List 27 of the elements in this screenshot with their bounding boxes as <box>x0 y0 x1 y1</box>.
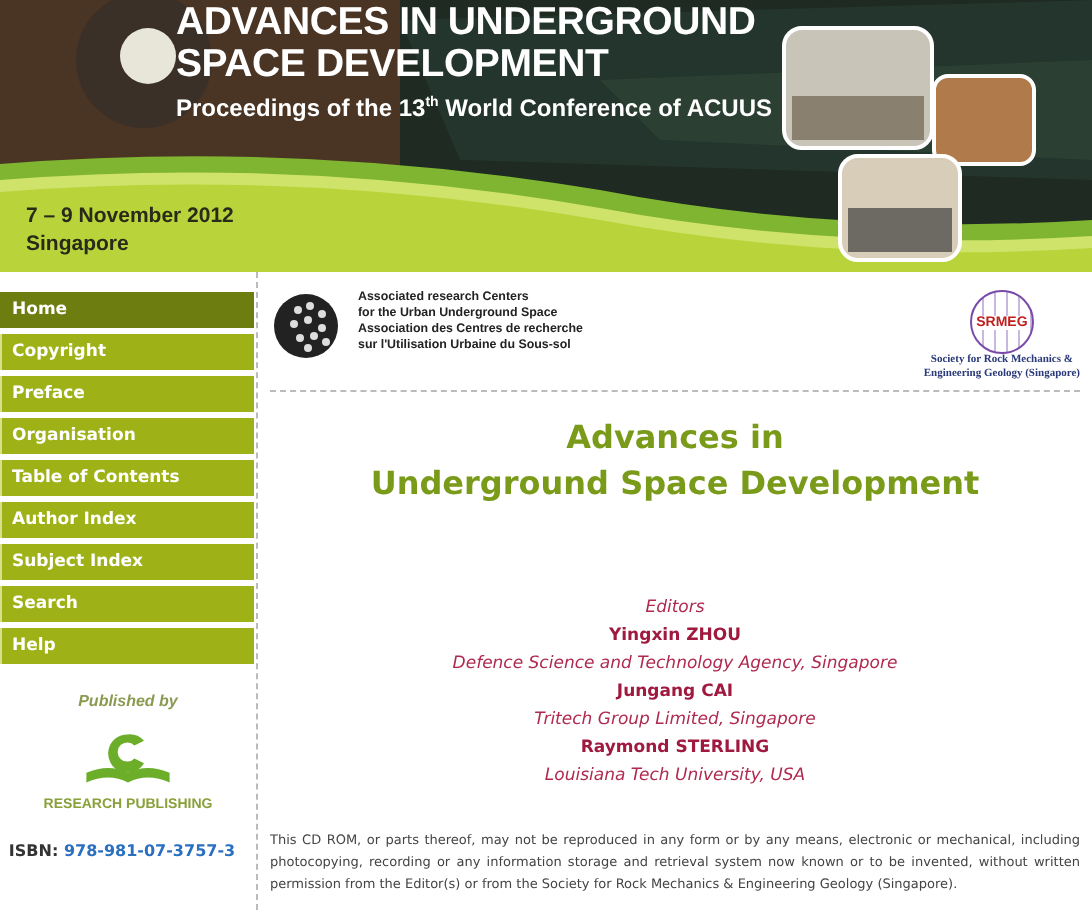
nav-item[interactable]: Table of Contents <box>0 460 254 496</box>
isbn-label: ISBN: <box>8 842 59 860</box>
editors-heading: Editors <box>645 596 705 622</box>
dotted-sphere-icon <box>270 290 342 362</box>
book-title: Underground Space Development <box>370 462 980 506</box>
editor-name: Raymond STERLING <box>580 736 770 762</box>
subtitle: Proceedings of the 13$^{th}$ World Conference of ACUUS <box>176 94 772 122</box>
editor-affiliation: Tritech Group Limited, Singapore <box>534 708 816 734</box>
event-date: Singapore <box>26 230 129 258</box>
nav-item[interactable]: Subject Index <box>0 544 254 580</box>
nav-item[interactable]: Home <box>0 292 254 328</box>
nav-item[interactable]: Preface <box>0 376 254 412</box>
isbn-number: 978-981-07-3757-3 <box>63 842 236 860</box>
editor-name: Jungang CAI <box>616 680 734 706</box>
banner-title: ADVANCES IN UNDERGROUND <box>176 2 756 44</box>
nav-item[interactable]: Copyright <box>0 334 254 370</box>
editor-name: Yingxin ZHOU <box>608 624 742 650</box>
event-date: 7 – 9 November 2012 <box>26 202 234 230</box>
book-title: Advances in <box>566 416 784 460</box>
banner-title: SPACE DEVELOPMENT <box>176 44 609 86</box>
nav-item[interactable]: Organisation <box>0 418 254 454</box>
editor-affiliation: Louisiana Tech University, USA <box>544 764 806 790</box>
nav-item[interactable]: Search <box>0 586 254 622</box>
nav-item[interactable]: Author Index <box>0 502 254 538</box>
nav-item[interactable]: Help <box>0 628 254 664</box>
editor-affiliation: Defence Science and Technology Agency, Singapore <box>452 652 898 678</box>
published-by-label: Published by <box>78 692 178 710</box>
